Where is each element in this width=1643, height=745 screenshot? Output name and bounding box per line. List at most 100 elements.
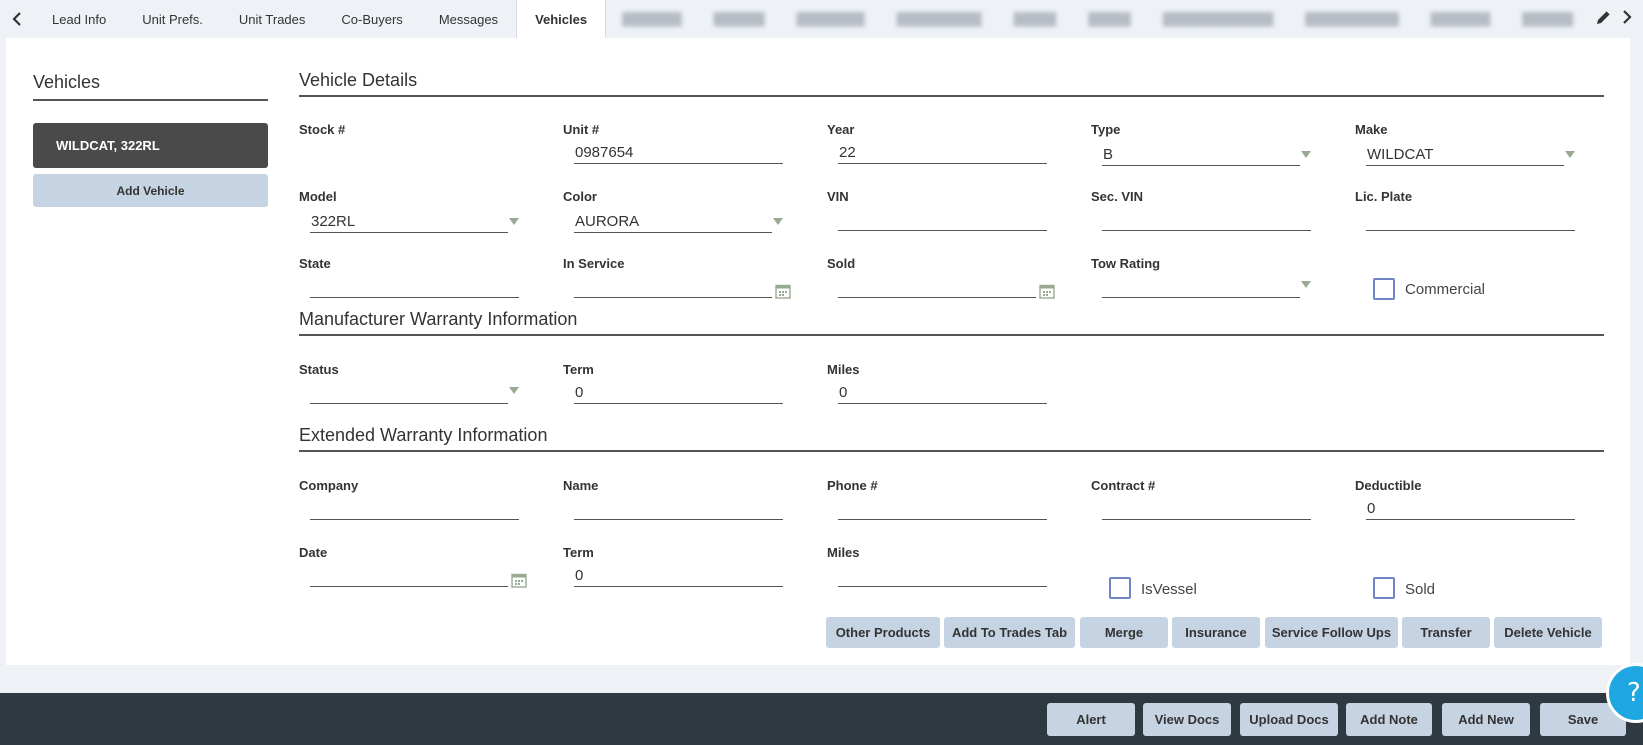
vehicle-list-item[interactable]: WILDCAT, 322RL <box>33 123 268 168</box>
chevron-down-icon[interactable] <box>1301 281 1311 288</box>
state-label: State <box>299 256 331 271</box>
model-field: Model 322RL <box>299 189 519 233</box>
sec-vin-field: Sec. VIN <box>1091 189 1311 231</box>
ext-sold-checkbox[interactable] <box>1373 577 1395 599</box>
sold-date-label: Sold <box>827 256 856 271</box>
chevron-down-icon[interactable] <box>1301 151 1311 158</box>
tab-unit-trades[interactable]: Unit Trades <box>221 0 323 38</box>
type-select[interactable]: B <box>1102 146 1300 166</box>
other-products-button[interactable]: Other Products <box>826 617 940 648</box>
lic-plate-input[interactable] <box>1366 211 1575 231</box>
commercial-checkbox[interactable] <box>1373 278 1395 300</box>
ext-date-input[interactable] <box>310 567 508 587</box>
calendar-icon[interactable] <box>511 572 527 588</box>
service-follow-ups-button[interactable]: Service Follow Ups <box>1265 617 1398 648</box>
sec-vin-input[interactable] <box>1102 211 1311 231</box>
upload-docs-button[interactable]: Upload Docs <box>1240 703 1338 736</box>
tab-redacted[interactable]: ███████ <box>1415 0 1507 38</box>
insurance-button[interactable]: Insurance <box>1172 617 1260 648</box>
in-service-input[interactable] <box>574 278 772 298</box>
ext-date-label: Date <box>299 545 328 560</box>
state-field: State <box>299 256 519 298</box>
chevron-down-icon[interactable] <box>773 218 783 225</box>
chevron-down-icon[interactable] <box>1565 151 1575 158</box>
tab-redacted[interactable]: ████████ <box>781 0 881 38</box>
tab-scroll-right-icon[interactable] <box>1621 9 1633 30</box>
pencil-icon[interactable] <box>1595 8 1613 31</box>
delete-vehicle-button[interactable]: Delete Vehicle <box>1494 617 1602 648</box>
warranty-miles-label: Miles <box>827 362 860 377</box>
ext-date-field: Date <box>299 545 527 588</box>
company-input[interactable] <box>310 500 519 520</box>
tab-messages[interactable]: Messages <box>421 0 516 38</box>
tab-redacted[interactable]: ██████████ <box>881 0 998 38</box>
color-label: Color <box>563 189 597 204</box>
make-select[interactable]: WILDCAT <box>1366 146 1564 166</box>
isvessel-checkbox[interactable] <box>1109 577 1131 599</box>
vin-input[interactable] <box>838 211 1047 231</box>
add-note-button[interactable]: Add Note <box>1346 703 1432 736</box>
tab-vehicles[interactable]: Vehicles <box>516 0 607 38</box>
tab-bar: Lead Info Unit Prefs. Unit Trades Co-Buy… <box>0 0 1643 38</box>
unit-input[interactable]: 0987654 <box>574 144 783 164</box>
make-label: Make <box>1355 122 1388 137</box>
contract-input[interactable] <box>1102 500 1311 520</box>
add-new-button[interactable]: Add New <box>1442 703 1530 736</box>
transfer-button[interactable]: Transfer <box>1402 617 1490 648</box>
tow-rating-select[interactable] <box>1102 278 1300 298</box>
warranty-term-label: Term <box>563 362 594 377</box>
company-label: Company <box>299 478 359 493</box>
tab-redacted[interactable]: █████████████ <box>1147 0 1290 38</box>
alert-button[interactable]: Alert <box>1047 703 1135 736</box>
tab-redacted[interactable]: ███████████ <box>1289 0 1415 38</box>
stock-field: Stock # <box>299 122 519 138</box>
warranty-term-field: Term 0 <box>563 362 783 404</box>
contract-label: Contract # <box>1091 478 1156 493</box>
ext-name-input[interactable] <box>574 500 783 520</box>
tab-redacted[interactable]: █████ <box>998 0 1073 38</box>
add-vehicle-button[interactable]: Add Vehicle <box>33 174 268 207</box>
tab-redacted[interactable]: ███████ <box>606 0 698 38</box>
state-input[interactable] <box>310 278 519 298</box>
tab-redacted[interactable]: ██████ <box>698 0 781 38</box>
warranty-miles-input[interactable]: 0 <box>838 384 1047 404</box>
company-field: Company <box>299 478 519 520</box>
unit-label: Unit # <box>563 122 600 137</box>
ext-name-label: Name <box>563 478 599 493</box>
view-docs-button[interactable]: View Docs <box>1143 703 1231 736</box>
tab-scroll-left-icon[interactable] <box>0 0 34 38</box>
tab-redacted[interactable]: ███ <box>1589 0 1595 38</box>
calendar-icon[interactable] <box>775 283 791 299</box>
warranty-term-input[interactable]: 0 <box>574 384 783 404</box>
vin-label: VIN <box>827 189 849 204</box>
year-input[interactable]: 22 <box>838 144 1047 164</box>
year-field: Year 22 <box>827 122 1047 164</box>
deductible-input[interactable]: 0 <box>1366 500 1575 520</box>
in-service-field: In Service <box>563 256 791 299</box>
sold-date-input[interactable] <box>838 278 1036 298</box>
add-to-trades-tab-button[interactable]: Add To Trades Tab <box>944 617 1075 648</box>
tab-lead-info[interactable]: Lead Info <box>34 0 124 38</box>
calendar-icon[interactable] <box>1039 283 1055 299</box>
tow-rating-field: Tow Rating <box>1091 256 1311 298</box>
warranty-status-field: Status <box>299 362 519 404</box>
merge-button[interactable]: Merge <box>1080 617 1168 648</box>
phone-input[interactable] <box>838 500 1047 520</box>
warranty-status-select[interactable] <box>310 384 508 404</box>
ext-warranty-header: Extended Warranty Information <box>299 425 1604 452</box>
tab-co-buyers[interactable]: Co-Buyers <box>323 0 420 38</box>
ext-term-input[interactable]: 0 <box>574 567 783 587</box>
chevron-down-icon[interactable] <box>509 218 519 225</box>
make-field: Make WILDCAT <box>1355 122 1575 166</box>
model-select[interactable]: 322RL <box>310 213 508 233</box>
vehicles-panel: Vehicles WILDCAT, 322RL Add Vehicle Vehi… <box>6 38 1630 665</box>
vehicle-details-title: Vehicle Details <box>299 70 418 90</box>
chevron-down-icon[interactable] <box>509 387 519 394</box>
ext-miles-input[interactable] <box>838 567 1047 587</box>
color-select[interactable]: AURORA <box>574 213 772 233</box>
tab-redacted[interactable]: ██████ <box>1506 0 1589 38</box>
tab-list: Lead Info Unit Prefs. Unit Trades Co-Buy… <box>34 0 1595 38</box>
tab-redacted[interactable]: █████ <box>1072 0 1147 38</box>
deductible-field: Deductible 0 <box>1355 478 1575 520</box>
tab-unit-prefs[interactable]: Unit Prefs. <box>124 0 221 38</box>
